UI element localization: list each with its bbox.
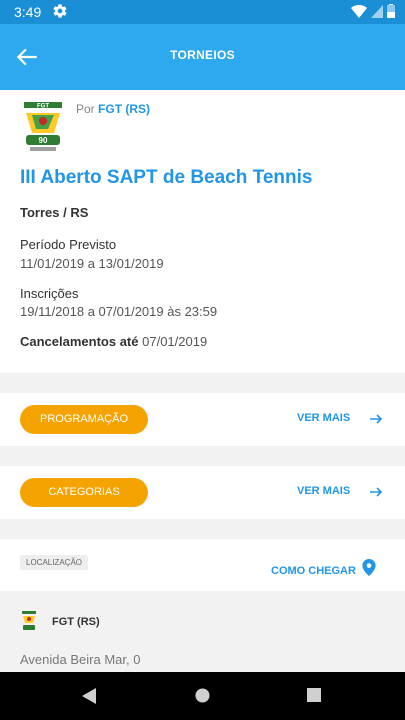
by-label: Por bbox=[76, 102, 95, 116]
location-header: LOCALIZAÇÃO COMO CHEGAR bbox=[0, 539, 405, 591]
nav-recents-icon[interactable] bbox=[307, 688, 321, 702]
cancel-line: Cancelamentos até 07/01/2019 bbox=[20, 334, 207, 349]
settings-gear-icon bbox=[53, 4, 67, 18]
system-nav-bar bbox=[0, 672, 405, 720]
organizer-logo: FGT 90 bbox=[24, 102, 62, 151]
svg-text:90: 90 bbox=[39, 136, 48, 145]
venue-logo bbox=[22, 611, 36, 630]
venue-section: FGT (RS) Avenida Beira Mar, 0 bbox=[0, 591, 405, 672]
location-badge: LOCALIZAÇÃO bbox=[20, 555, 89, 570]
programacao-ver-mais-link[interactable]: VER MAIS bbox=[297, 412, 350, 424]
tournament-city: Torres / RS bbox=[20, 205, 89, 220]
app-bar: TORNEIOS bbox=[0, 24, 405, 90]
arrow-right-icon[interactable] bbox=[369, 485, 383, 499]
how-to-get-there-link[interactable]: COMO CHEGAR bbox=[271, 565, 356, 577]
tournament-info-card: FGT 90 Por FGT (RS) III Aberto SAPT de B… bbox=[0, 90, 405, 373]
programacao-button[interactable]: PROGRAMAÇÃO bbox=[20, 405, 148, 434]
nav-home-icon[interactable] bbox=[195, 688, 210, 703]
cancel-label: Cancelamentos até bbox=[20, 334, 139, 349]
inscriptions-label: Inscrições bbox=[20, 286, 79, 301]
programacao-row: PROGRAMAÇÃO VER MAIS bbox=[0, 393, 405, 446]
period-label: Período Previsto bbox=[20, 237, 117, 252]
venue-name: FGT (RS) bbox=[52, 616, 100, 628]
categorias-row: CATEGORIAS VER MAIS bbox=[0, 466, 405, 519]
inscriptions-value: 19/11/2018 a 07/01/2019 às 23:59 bbox=[20, 304, 218, 319]
organizer-link[interactable]: FGT (RS) bbox=[98, 102, 150, 116]
tournament-title: III Aberto SAPT de Beach Tennis bbox=[20, 167, 313, 188]
location-pin-icon[interactable] bbox=[362, 559, 376, 576]
signal-icon bbox=[371, 4, 383, 18]
organizer-line: Por FGT (RS) bbox=[76, 102, 150, 116]
period-value: 11/01/2019 a 13/01/2019 bbox=[20, 256, 164, 271]
page-title: TORNEIOS bbox=[170, 48, 235, 62]
wifi-icon bbox=[351, 4, 367, 18]
organizer-logo-text: FGT bbox=[37, 104, 49, 110]
categorias-button[interactable]: CATEGORIAS bbox=[20, 478, 148, 507]
cancel-value: 07/01/2019 bbox=[142, 334, 208, 349]
nav-back-icon[interactable] bbox=[82, 688, 96, 704]
battery-icon bbox=[387, 4, 395, 18]
status-bar: 3:49 bbox=[0, 0, 405, 24]
arrow-right-icon[interactable] bbox=[369, 412, 383, 426]
venue-address: Avenida Beira Mar, 0 bbox=[20, 652, 141, 667]
status-time: 3:49 bbox=[14, 4, 42, 20]
categorias-ver-mais-link[interactable]: VER MAIS bbox=[297, 485, 350, 497]
